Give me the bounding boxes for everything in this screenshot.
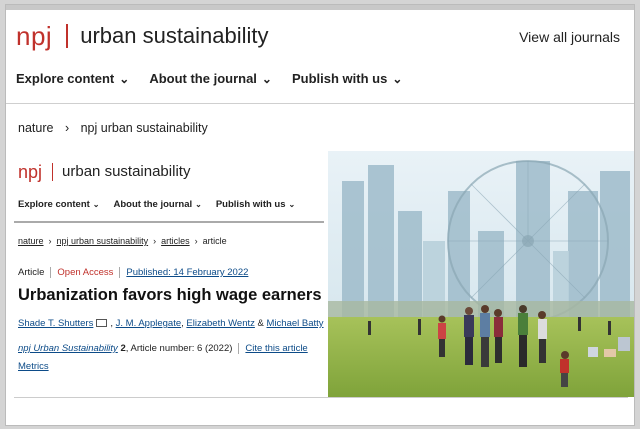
breadcrumb-nature[interactable]: nature	[18, 121, 53, 135]
article-title: Urbanization favors high wage earners	[18, 286, 322, 304]
inner-breadcrumb-article: article	[202, 236, 227, 246]
published-date-link[interactable]: Published: 14 February 2022	[126, 267, 248, 278]
view-all-journals-link[interactable]: View all journals	[519, 29, 620, 45]
hero-image-city-park	[328, 151, 634, 397]
inner-breadcrumb: nature › npj urban sustainability › articles…	[18, 236, 227, 246]
inner-nav-label: Publish with us	[215, 199, 286, 210]
meta-divider	[119, 267, 121, 278]
chevron-down-icon: ⌄	[392, 72, 403, 86]
journal-logo[interactable]: npj urban sustainability	[16, 23, 269, 49]
inner-nav-about-journal[interactable]: About the journal ⌄	[114, 199, 202, 210]
chevron-right-icon: ›	[194, 236, 198, 246]
author-separator: ,	[110, 318, 113, 329]
article-type: Article	[18, 267, 45, 278]
metrics-link[interactable]: Metrics	[18, 361, 49, 372]
nav-explore-content[interactable]: Explore content ⌄	[16, 71, 129, 86]
chevron-right-icon: ›	[48, 236, 52, 246]
inner-journal-name: urban sustainability	[62, 163, 191, 180]
nav-label: About the journal	[149, 71, 257, 86]
article-number: , Article number: 6 (2022)	[125, 343, 233, 354]
author-list: Shade T. Shutters, J. M. Applegate, Eliz…	[18, 318, 324, 329]
inner-breadcrumb-nature[interactable]: nature	[18, 236, 44, 246]
journal-name: urban sustainability	[80, 23, 269, 48]
inner-breadcrumb-journal[interactable]: npj urban sustainability	[57, 236, 149, 246]
main-nav: Explore content ⌄ About the journal ⌄ Publ…	[16, 71, 402, 86]
nav-about-journal[interactable]: About the journal ⌄	[149, 71, 272, 86]
inner-nav-explore-content[interactable]: Explore content ⌄	[18, 199, 100, 210]
window-top-bar	[6, 5, 634, 10]
chevron-down-icon: ⌄	[195, 200, 202, 209]
browser-frame: npj urban sustainability View all journa…	[5, 4, 635, 426]
open-access-badge: Open Access	[57, 267, 114, 278]
nav-divider	[6, 103, 634, 104]
inner-breadcrumb-articles[interactable]: articles	[161, 236, 190, 246]
article-meta: Article Open Access Published: 14 Februa…	[18, 267, 248, 278]
inner-nav-divider	[14, 221, 324, 223]
inner-npj-logo-text: npj	[18, 162, 43, 182]
logo-divider	[66, 24, 69, 48]
breadcrumb: nature › npj urban sustainability	[18, 121, 208, 135]
chevron-down-icon: ⌄	[261, 72, 272, 86]
cite-this-article-link[interactable]: Cite this article	[245, 343, 307, 354]
email-icon[interactable]	[96, 319, 108, 328]
cite-divider	[238, 343, 240, 354]
journal-citation-link[interactable]: npj Urban Sustainability	[18, 343, 118, 354]
author-ampersand: &	[257, 318, 264, 329]
nav-publish-with-us[interactable]: Publish with us ⌄	[292, 71, 402, 86]
chevron-down-icon: ⌄	[92, 200, 100, 209]
meta-divider	[50, 267, 52, 278]
nav-label: Publish with us	[291, 71, 388, 86]
citation-line: npj Urban Sustainability 2, Article numb…	[18, 343, 308, 354]
article-header-screenshot: npj urban sustainability Explore content…	[14, 153, 324, 393]
inner-logo-divider	[52, 163, 54, 181]
author-link[interactable]: J. M. Applegate	[116, 318, 181, 329]
inner-nav-label: About the journal	[113, 199, 193, 210]
content-divider	[14, 397, 628, 398]
chevron-down-icon: ⌄	[288, 200, 296, 209]
author-link[interactable]: Michael Batty	[267, 318, 324, 329]
inner-journal-logo[interactable]: npj urban sustainability	[18, 163, 190, 181]
inner-nav-publish-with-us[interactable]: Publish with us ⌄	[216, 199, 295, 210]
author-separator: ,	[181, 318, 184, 329]
npj-logo-text: npj	[16, 21, 53, 51]
chevron-down-icon: ⌄	[119, 72, 130, 86]
inner-nav-label: Explore content	[18, 199, 90, 210]
inner-nav: Explore content ⌄ About the journal ⌄ Publ…	[18, 199, 295, 210]
breadcrumb-journal[interactable]: npj urban sustainability	[81, 121, 208, 135]
chevron-right-icon: ›	[64, 121, 70, 135]
author-link[interactable]: Elizabeth Wentz	[186, 318, 254, 329]
chevron-right-icon: ›	[153, 236, 157, 246]
author-link[interactable]: Shade T. Shutters	[18, 318, 93, 329]
nav-label: Explore content	[16, 71, 115, 86]
